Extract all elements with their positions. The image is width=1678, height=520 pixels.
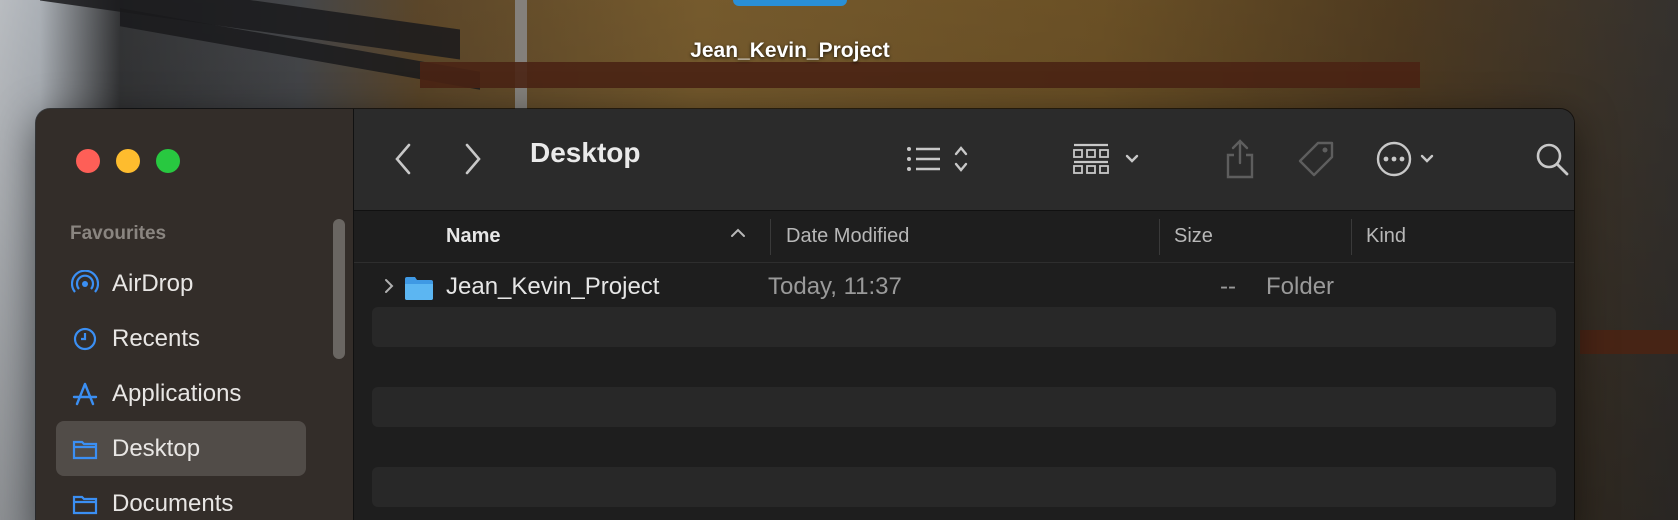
- desktop-folder-item[interactable]: Jean_Kevin_Project: [690, 0, 890, 66]
- sidebar-scrollbar[interactable]: [333, 219, 345, 359]
- view-options-button[interactable]: [904, 141, 976, 177]
- column-kind[interactable]: Kind: [1366, 225, 1406, 248]
- main-pane: Desktop Name Date Modified Size Kind Jea…: [354, 109, 1574, 520]
- file-kind: Folder: [1266, 273, 1335, 300]
- sidebar-item-airdrop[interactable]: AirDrop: [56, 256, 306, 311]
- tag-icon: [1298, 141, 1334, 177]
- toolbar: Desktop: [354, 109, 1574, 211]
- window-controls: [76, 149, 180, 173]
- folder-icon: [70, 489, 100, 519]
- column-size[interactable]: Size: [1174, 225, 1213, 248]
- list-view-icon: [907, 146, 968, 172]
- ellipsis-circle-icon: [1376, 141, 1434, 177]
- file-name: Jean_Kevin_Project: [446, 273, 660, 300]
- sidebar-item-documents[interactable]: Documents: [56, 476, 306, 520]
- disclosure-triangle-icon[interactable]: [382, 275, 396, 303]
- folder-icon: [404, 275, 434, 308]
- close-button[interactable]: [76, 149, 100, 173]
- sidebar-item-label: AirDrop: [112, 269, 194, 297]
- wallpaper-stripe: [1580, 330, 1678, 354]
- column-date-modified[interactable]: Date Modified: [786, 225, 909, 248]
- sidebar-item-applications[interactable]: Applications: [56, 366, 306, 421]
- chevron-left-icon: [395, 143, 411, 175]
- empty-row: [372, 427, 1556, 467]
- share-icon: [1226, 139, 1254, 179]
- sidebar-list: AirDrop Recents Applications Desktop Doc…: [56, 256, 306, 520]
- chevron-right-icon: [465, 143, 481, 175]
- column-header: Name Date Modified Size Kind: [354, 211, 1574, 263]
- file-date-modified: Today, 11:37: [768, 273, 902, 300]
- forward-button[interactable]: [458, 141, 488, 177]
- column-divider[interactable]: [770, 219, 771, 255]
- folder-icon: [70, 434, 100, 464]
- more-actions-button[interactable]: [1376, 139, 1452, 179]
- grid-group-icon: [1073, 143, 1139, 174]
- window-title: Desktop: [530, 137, 641, 168]
- wallpaper-pole: [515, 0, 527, 110]
- sidebar-item-recents[interactable]: Recents: [56, 311, 306, 366]
- finder-window: Favourites AirDrop Recents Applications: [36, 109, 1574, 520]
- search-button[interactable]: [1534, 141, 1570, 177]
- empty-row: [372, 387, 1556, 427]
- column-name[interactable]: Name: [446, 225, 500, 248]
- share-button[interactable]: [1222, 137, 1258, 181]
- wallpaper-stripe: [420, 62, 1420, 88]
- empty-row: [372, 307, 1556, 347]
- desktop-folder-icon: [733, 0, 847, 6]
- sort-ascending-icon[interactable]: [728, 223, 748, 249]
- search-icon: [1536, 143, 1569, 176]
- sidebar-item-label: Desktop: [112, 434, 201, 462]
- zoom-button[interactable]: [156, 149, 180, 173]
- airdrop-icon: [70, 269, 100, 299]
- column-divider[interactable]: [1159, 219, 1160, 255]
- empty-row: [372, 467, 1556, 507]
- clock-icon: [70, 324, 100, 354]
- table-row[interactable]: Jean_Kevin_Project Today, 11:37 -- Folde…: [372, 267, 1556, 307]
- sidebar: Favourites AirDrop Recents Applications: [36, 109, 354, 520]
- sidebar-item-label: Applications: [112, 379, 242, 407]
- file-list: Jean_Kevin_Project Today, 11:37 -- Folde…: [372, 267, 1556, 507]
- sidebar-item-label: Recents: [112, 324, 201, 352]
- group-by-button[interactable]: [1072, 141, 1148, 177]
- applications-icon: [70, 379, 100, 409]
- sidebar-item-desktop[interactable]: Desktop: [56, 421, 306, 476]
- empty-row: [372, 347, 1556, 387]
- desktop-folder-label: Jean_Kevin_Project: [690, 39, 890, 62]
- sidebar-item-label: Documents: [112, 489, 234, 517]
- column-divider[interactable]: [1351, 219, 1352, 255]
- sidebar-section-favourites: Favourites: [70, 223, 167, 244]
- file-size: --: [1220, 273, 1236, 300]
- minimize-button[interactable]: [116, 149, 140, 173]
- back-button[interactable]: [388, 141, 418, 177]
- tag-button[interactable]: [1294, 139, 1338, 179]
